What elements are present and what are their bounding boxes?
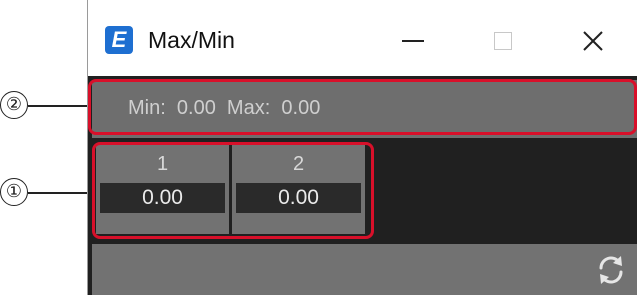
status-highlight-frame [88, 79, 637, 135]
close-icon [583, 31, 603, 51]
minimize-button[interactable] [378, 16, 448, 66]
callout-two-leader [28, 105, 90, 107]
component-editor: Min: 0.00 Max: 0.00 1 0.00 2 0.00 [88, 76, 637, 295]
callout-one: ① [0, 178, 28, 206]
bottom-toolbar [92, 244, 637, 295]
app-icon: E [105, 26, 133, 54]
callout-one-leader [28, 192, 94, 194]
callout-two: ② [0, 91, 28, 119]
close-button[interactable] [558, 16, 628, 66]
window-title: Max/Min [148, 27, 235, 53]
title-bar[interactable]: E Max/Min [88, 0, 637, 76]
max-min-window: E Max/Min Min: 0.00 Max: 0.00 1 0.00 2 0… [87, 0, 637, 295]
maximize-icon [494, 32, 512, 50]
minimize-icon [402, 40, 424, 42]
channels-highlight-frame [92, 142, 374, 239]
refresh-icon[interactable] [593, 252, 629, 288]
maximize-button[interactable] [468, 16, 538, 66]
